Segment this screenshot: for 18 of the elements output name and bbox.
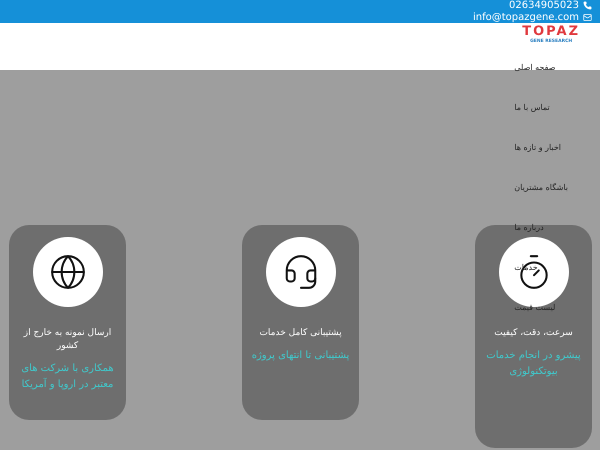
email-address: info@topazgene.com (472, 12, 579, 23)
card-subtitle: همکاری با شرکت های معتبر در اروپا و آمریکا (20, 362, 115, 392)
card-subtitle: پیشرو در انجام خدمات بیوتکنولوژی (485, 349, 582, 379)
card-subtitle: پشتیبانی تا انتهای پروژه (250, 349, 350, 363)
nav-link[interactable]: تماس با ما (514, 100, 550, 115)
nav-link[interactable]: صفحه اصلی (514, 60, 556, 75)
nav-link[interactable]: لیست قیمت (514, 300, 556, 315)
logo-name[interactable]: TOPAZ (522, 25, 580, 39)
nav-link[interactable]: باشگاه مشتریان (514, 180, 568, 195)
card-title: پشتیبانی کامل خدمات (258, 327, 343, 340)
nav-link[interactable]: اخبار و تازه ها (514, 140, 561, 155)
phone-icon (583, 1, 592, 10)
phone-number: 02634905023 (509, 0, 579, 12)
card-title: سرعت، دقت، کیفیت (493, 327, 574, 340)
mail-icon (583, 12, 592, 22)
nav-link[interactable]: درباره ما (514, 220, 544, 235)
globe-icon (48, 253, 86, 291)
card-title: ارسال نمونه به خارج از کشور (22, 327, 112, 353)
